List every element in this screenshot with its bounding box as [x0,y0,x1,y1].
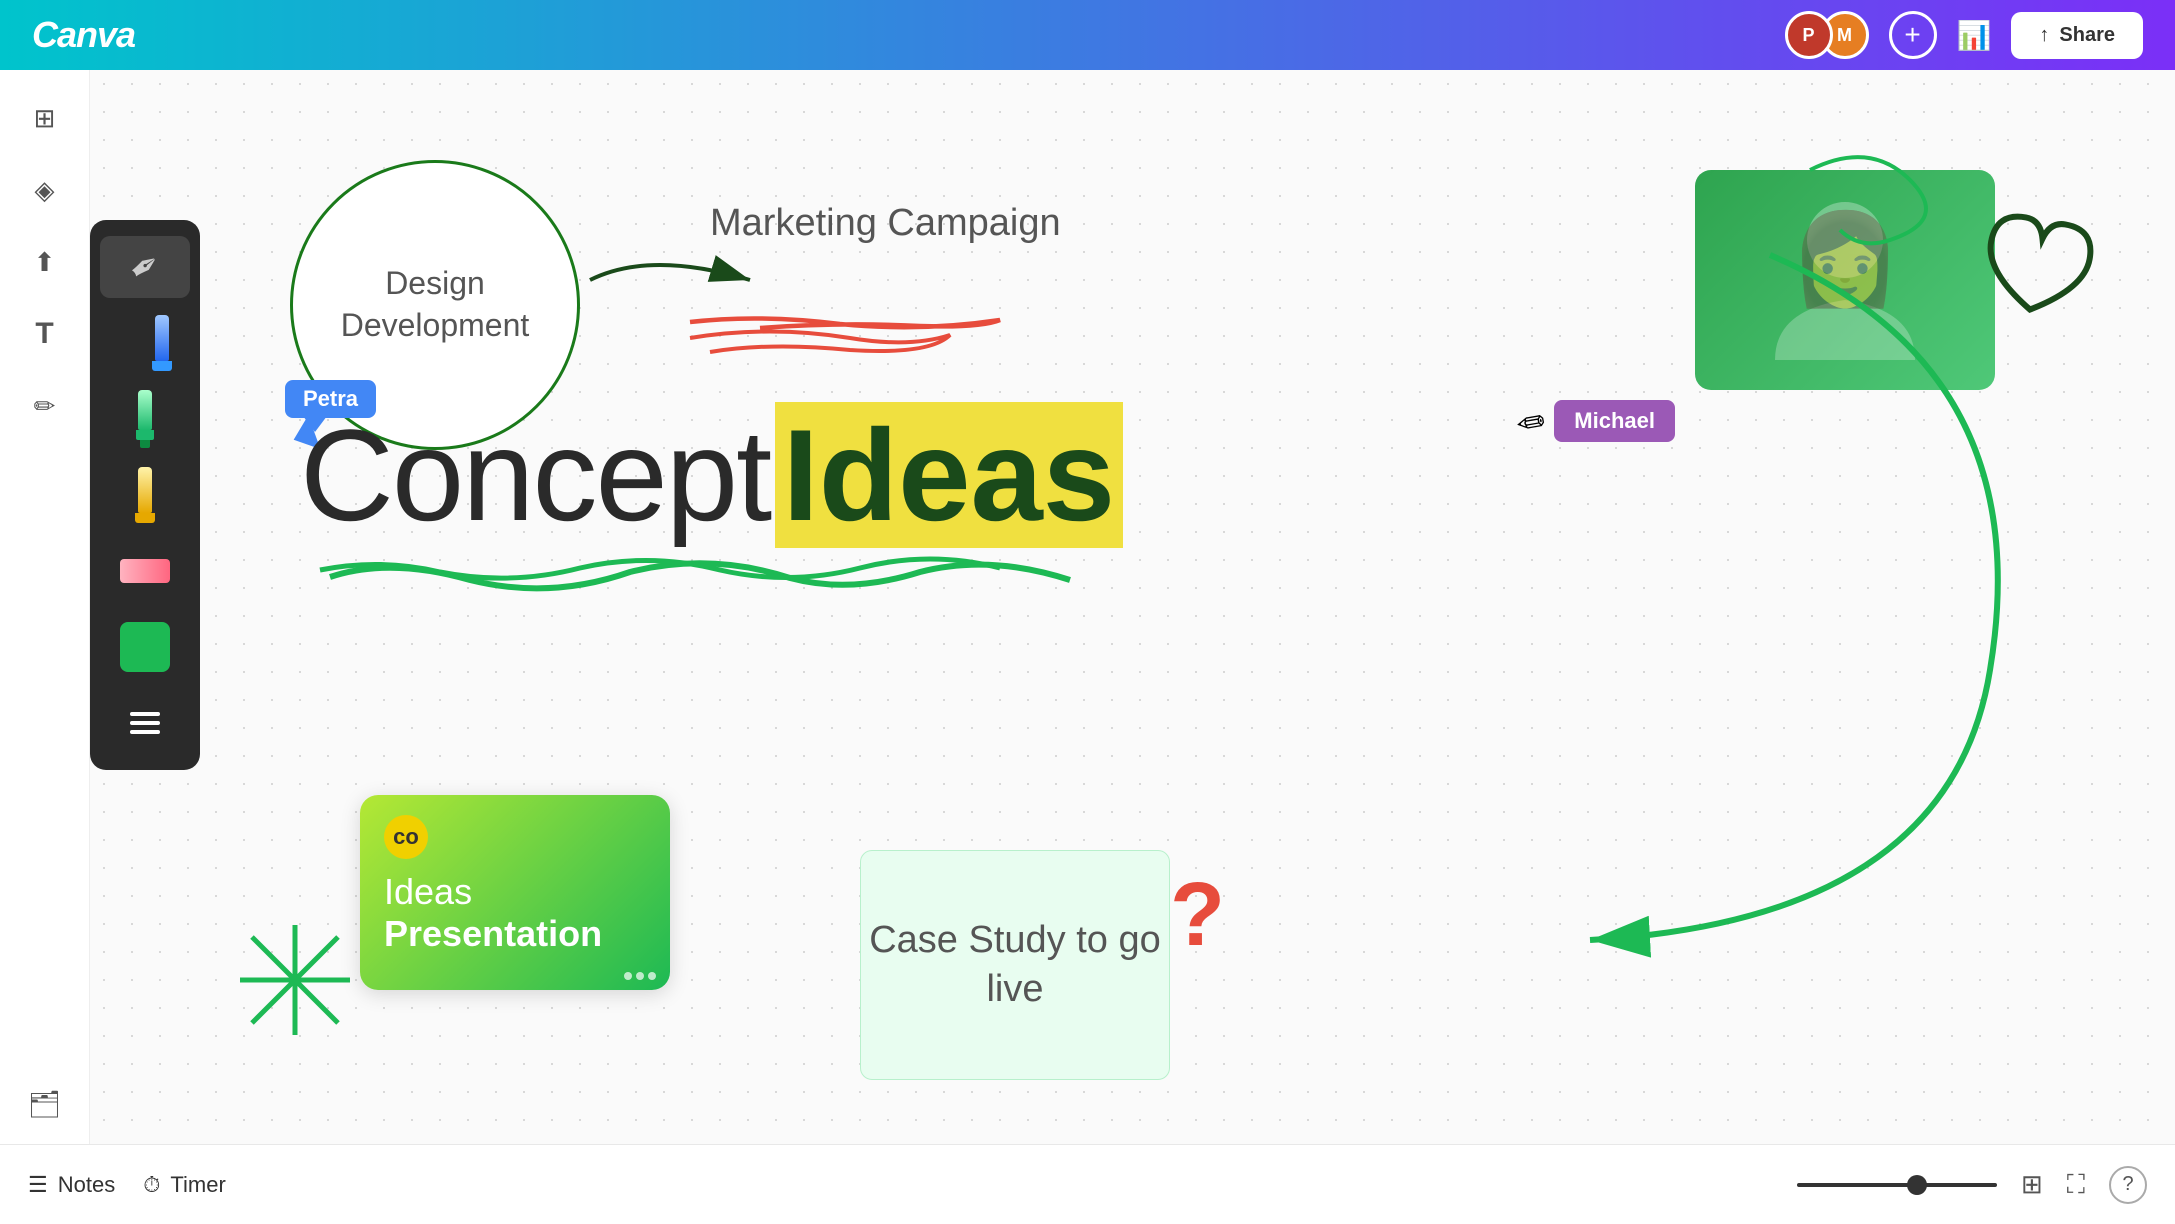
eraser-button[interactable] [100,540,190,602]
draw-menu-button[interactable] [100,692,190,754]
share-arrow-icon: ↑ [2039,24,2049,47]
pencil-cursor-icon: ✏ [1513,399,1548,443]
slide-title-presentation: Presentation [384,913,646,955]
canvas: Design Development Petra Marketing Campa… [90,70,2175,1170]
add-collaborator-button[interactable]: + [1889,11,1937,59]
blue-highlighter-tip [152,361,172,371]
projects-icon: 🗂 [28,1089,61,1120]
photo-image: 👩 [1695,170,1995,390]
sidebar-item-projects[interactable]: 🗂 [15,1074,75,1134]
timer-icon: ⏱ [143,1172,160,1198]
layout-icon: ⊞ [34,103,56,134]
svg-text:👩: 👩 [1789,208,1901,310]
timer-label: Timer [170,1172,225,1198]
ideas-text: Ideas [775,402,1123,548]
pen-tool-button[interactable]: ✒ [100,236,190,298]
sidebar-item-text[interactable]: T [15,304,75,364]
elements-icon: ◈ [35,175,55,206]
question-mark-doodle: ? [1170,870,1225,960]
photo-placeholder: 👩 [1695,170,1995,390]
slider-thumb[interactable] [1907,1175,1927,1195]
slider-track [1797,1183,1997,1187]
share-button[interactable]: ↑ Share [2011,12,2143,59]
notes-icon: ☰ [28,1172,48,1198]
blue-highlighter-icon [155,315,169,361]
canva-logo: Canva [32,14,135,56]
concept-ideas-heading: Concept Ideas [300,400,1123,550]
sidebar-item-uploads[interactable]: ⬆ [15,232,75,292]
zoom-slider[interactable] [1797,1183,1997,1187]
pen-icon: ✒ [121,241,170,293]
eraser-icon [120,559,170,583]
sidebar-item-layout[interactable]: ⊞ [15,88,75,148]
green-swirl-underline [310,542,1110,602]
fullscreen-button[interactable]: ⛶ [2067,1169,2085,1201]
grid-icon: ⊞ [2021,1169,2043,1199]
sidebar-item-elements[interactable]: ◈ [15,160,75,220]
design-development-text: Design Development [293,263,577,346]
case-study-box: Case Study to go live [860,850,1170,1080]
avatar-1: P [1785,11,1833,59]
color-swatch [120,622,170,672]
bottom-left-controls: ☰ Notes ⏱ Timer [28,1172,226,1198]
sidebar-item-draw[interactable]: ✏ [15,376,75,436]
timer-button[interactable]: ⏱ Timer [143,1172,226,1198]
header-right: P M + 📊 ↑ Share [1785,11,2143,59]
yellow-highlighter-button[interactable] [100,464,190,526]
bottom-right-controls: ⊞ ⛶ ? [1797,1166,2147,1204]
header: Canva P M + 📊 ↑ Share [0,0,2175,70]
draw-icon: ✏ [34,391,56,422]
slide-logo: co [384,815,428,859]
marketing-campaign-text: Marketing Campaign [710,200,1061,248]
draw-panel: ✒ [90,220,200,770]
color-swatch-button[interactable] [100,616,190,678]
case-study-text: Case Study to go live [861,916,1169,1015]
grid-view-button[interactable]: ⊞ [2021,1169,2043,1200]
star-doodle [230,915,360,1050]
green-marker-button[interactable] [100,388,190,450]
notes-label: Notes [58,1172,115,1198]
upload-icon: ⬆ [34,247,56,278]
red-underline-doodle [680,310,1040,332]
concept-text: Concept [300,402,770,548]
heart-doodle [1964,201,2107,362]
menu-icon [130,712,160,734]
help-button[interactable]: ? [2109,1166,2147,1204]
michael-label: Michael [1554,400,1675,442]
slide-title-ideas: Ideas [384,871,646,913]
notes-button[interactable]: ☰ Notes [28,1172,115,1198]
slide-dots [624,972,656,980]
analytics-icon[interactable]: 📊 [1957,19,1992,52]
text-icon: T [35,317,53,351]
ideas-presentation-slide[interactable]: co Ideas Presentation [360,795,670,990]
sidebar: ⊞ ◈ ⬆ T ✏ 🗂 ••• [0,70,90,1224]
bottom-bar: ☰ Notes ⏱ Timer ⊞ ⛶ ? [0,1144,2175,1224]
blue-highlighter-button[interactable] [100,312,190,374]
slide-title: Ideas Presentation [384,871,646,955]
yellow-highlighter-icon [135,467,155,523]
green-marker-icon [136,390,154,448]
fullscreen-icon: ⛶ [2067,1169,2085,1199]
help-icon: ? [2122,1173,2133,1196]
michael-cursor: ✏ Michael [1516,400,1675,442]
